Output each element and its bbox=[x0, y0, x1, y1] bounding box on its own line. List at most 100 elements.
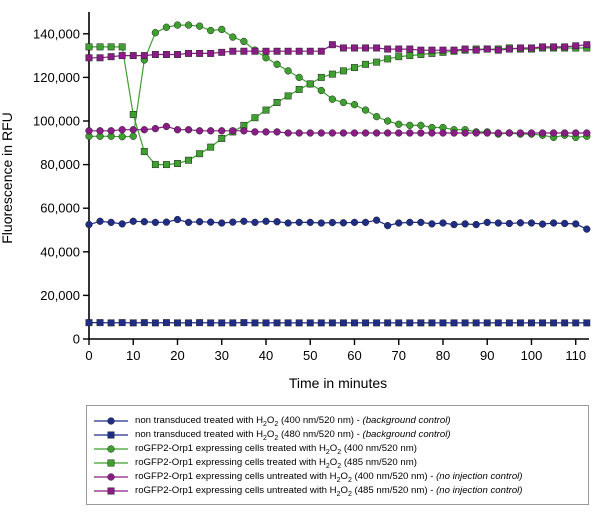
data-point bbox=[373, 58, 381, 66]
series-line bbox=[89, 24, 587, 138]
data-point bbox=[251, 218, 259, 227]
x-tick-label: 90 bbox=[480, 348, 494, 363]
data-point bbox=[317, 219, 325, 227]
data-point bbox=[284, 129, 292, 137]
data-point bbox=[129, 132, 137, 140]
data-point bbox=[395, 53, 403, 61]
data-point bbox=[328, 70, 336, 78]
data-point bbox=[306, 319, 314, 327]
data-point bbox=[273, 47, 281, 55]
data-point bbox=[118, 52, 126, 60]
y-tick-label: 100,000 bbox=[33, 114, 80, 129]
data-point bbox=[406, 52, 414, 60]
data-point bbox=[417, 319, 425, 327]
data-point bbox=[306, 218, 314, 227]
x-tick-label: 60 bbox=[347, 348, 361, 363]
data-point bbox=[362, 319, 369, 327]
data-point bbox=[118, 220, 126, 228]
data-point bbox=[339, 129, 348, 137]
data-point bbox=[583, 225, 591, 233]
data-point bbox=[207, 127, 215, 135]
data-point bbox=[262, 319, 270, 327]
data-point bbox=[494, 319, 502, 327]
data-point bbox=[240, 127, 248, 135]
data-point bbox=[229, 218, 237, 226]
data-point bbox=[273, 218, 281, 226]
y-tick-label: 80,000 bbox=[40, 157, 80, 172]
data-point bbox=[151, 218, 160, 227]
data-point bbox=[494, 129, 502, 137]
x-tick-label: 50 bbox=[303, 348, 317, 363]
data-point bbox=[417, 121, 425, 130]
data-point bbox=[240, 217, 248, 225]
data-point bbox=[262, 47, 270, 55]
data-point bbox=[140, 319, 148, 327]
data-point bbox=[384, 319, 392, 327]
data-point bbox=[328, 41, 336, 49]
x-tick-label: 10 bbox=[126, 348, 140, 363]
data-point bbox=[317, 129, 325, 137]
data-point bbox=[96, 217, 104, 225]
data-point bbox=[539, 319, 546, 327]
data-point bbox=[472, 46, 480, 54]
data-point bbox=[162, 51, 170, 58]
data-point bbox=[395, 319, 403, 327]
data-point bbox=[583, 41, 591, 49]
data-point bbox=[384, 129, 392, 137]
y-tick-label: 0 bbox=[73, 332, 80, 347]
data-point bbox=[561, 219, 569, 228]
data-point bbox=[151, 319, 159, 327]
data-point bbox=[384, 117, 392, 125]
data-point bbox=[417, 218, 425, 227]
data-point bbox=[262, 128, 270, 136]
data-point bbox=[317, 86, 325, 95]
data-point bbox=[572, 319, 580, 327]
data-point bbox=[339, 44, 347, 52]
data-point bbox=[229, 47, 237, 55]
data-point bbox=[428, 46, 436, 54]
data-point bbox=[151, 29, 160, 37]
data-point bbox=[118, 133, 126, 141]
legend-swatch bbox=[94, 487, 128, 495]
data-point bbox=[561, 319, 569, 327]
data-point bbox=[273, 128, 281, 136]
data-point bbox=[372, 112, 381, 121]
data-point bbox=[528, 44, 535, 52]
data-point bbox=[140, 52, 148, 60]
legend-swatch bbox=[94, 445, 128, 453]
data-point bbox=[395, 219, 403, 227]
data-point bbox=[494, 219, 502, 227]
data-point bbox=[184, 21, 193, 29]
data-point bbox=[350, 129, 359, 137]
data-point bbox=[406, 218, 414, 227]
data-point bbox=[284, 47, 292, 55]
data-point bbox=[395, 120, 403, 128]
data-point bbox=[262, 217, 270, 225]
legend-label: roGFP2-Orp1 expressing cells untreated w… bbox=[135, 470, 523, 484]
data-point bbox=[328, 95, 337, 103]
data-point bbox=[284, 219, 292, 227]
legend-swatch bbox=[94, 431, 128, 439]
data-point bbox=[240, 47, 248, 55]
data-point bbox=[306, 129, 314, 137]
data-point bbox=[218, 127, 226, 135]
data-point bbox=[538, 129, 547, 137]
data-point bbox=[384, 45, 392, 53]
data-point bbox=[218, 134, 226, 142]
legend-item: roGFP2-Orp1 expressing cells untreated w… bbox=[93, 484, 522, 498]
data-point bbox=[350, 218, 359, 227]
data-point bbox=[273, 319, 281, 327]
data-point bbox=[505, 45, 513, 53]
legend-label: roGFP2-Orp1 expressing cells treated wit… bbox=[135, 442, 417, 456]
data-point bbox=[417, 46, 425, 54]
data-point bbox=[395, 45, 403, 53]
data-point bbox=[572, 129, 580, 137]
data-point bbox=[306, 47, 314, 55]
data-point bbox=[372, 216, 381, 224]
data-point bbox=[361, 106, 370, 114]
data-point bbox=[450, 220, 458, 229]
data-point bbox=[505, 219, 514, 228]
data-point bbox=[494, 46, 502, 54]
legend-item: non transduced treated with H2O2 (400 nm… bbox=[93, 414, 451, 428]
data-point bbox=[140, 218, 148, 226]
